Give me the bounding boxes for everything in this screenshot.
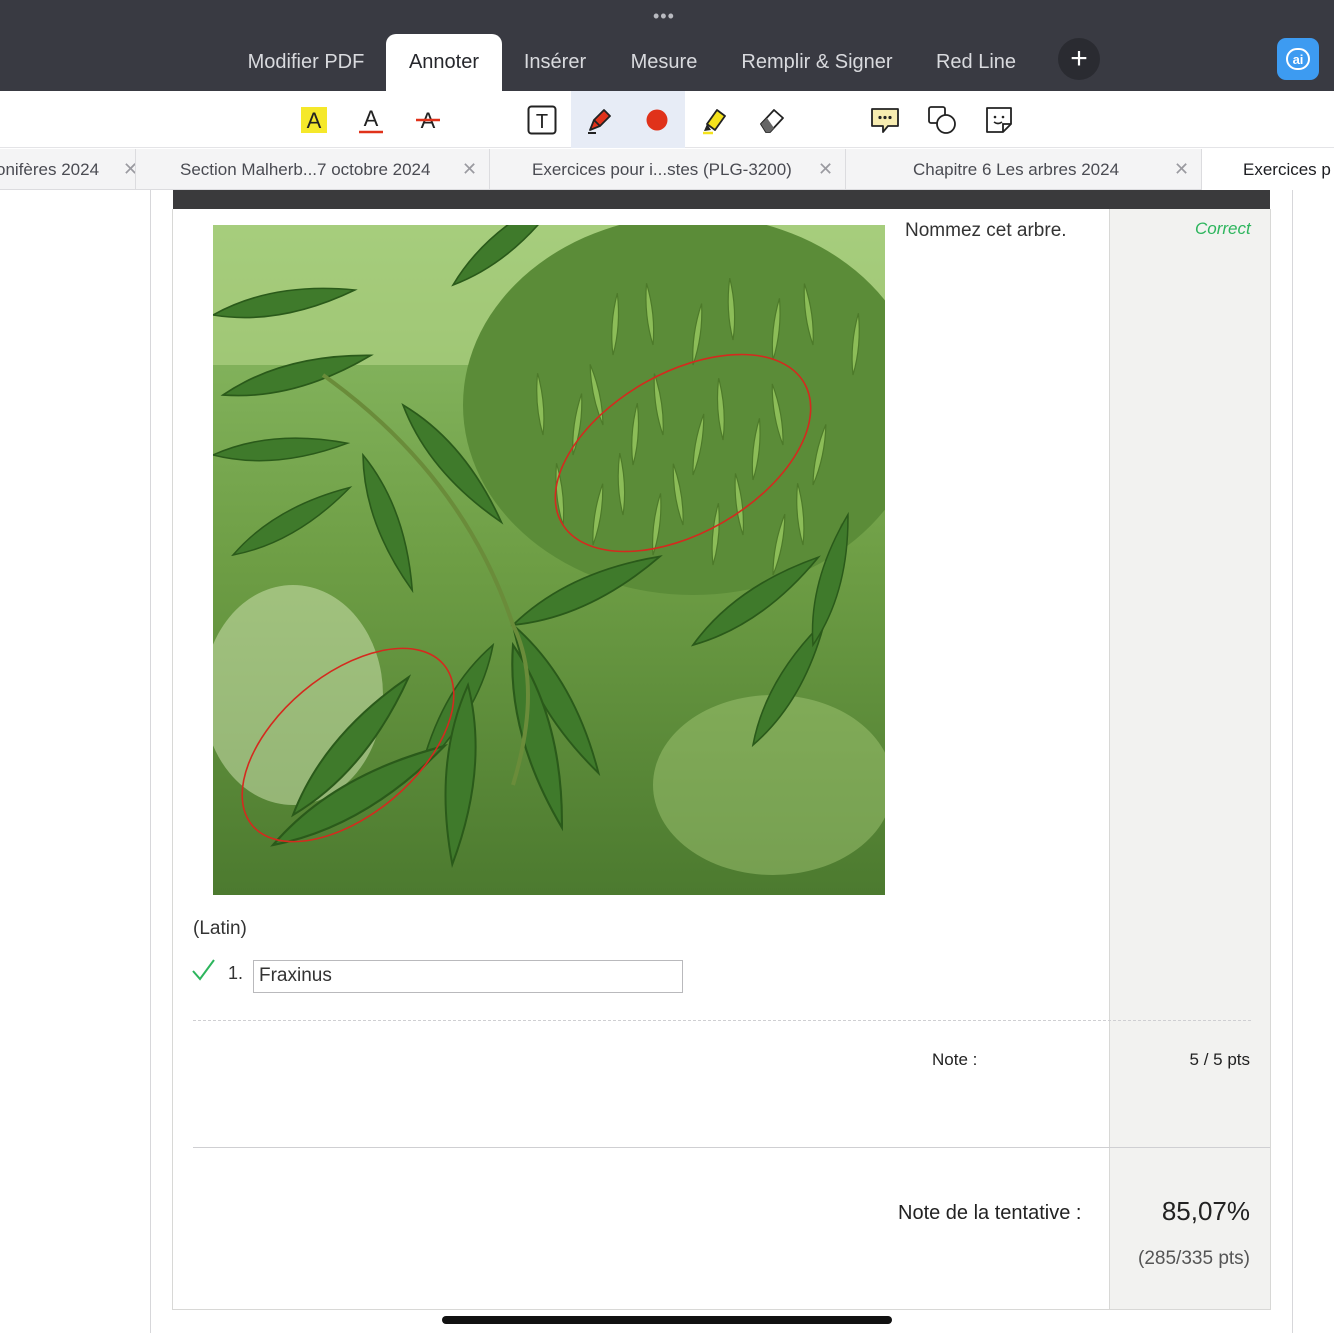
textbox-button[interactable]: T xyxy=(513,91,570,148)
strikethrough-text-button[interactable]: A xyxy=(399,91,456,148)
pen-tool-button[interactable] xyxy=(571,91,628,148)
top-menu-bar: ••• Modifier PDF Annoter Insérer Mesure … xyxy=(0,0,1334,91)
answer-field[interactable]: Fraxinus xyxy=(253,960,683,993)
attempt-grade-points: (285/335 pts) xyxy=(1138,1248,1250,1269)
comment-button[interactable] xyxy=(856,91,913,148)
home-indicator[interactable] xyxy=(442,1316,892,1324)
document-tab-label: Section Malherb...7 octobre 2024 xyxy=(180,159,431,179)
page-header-band xyxy=(173,190,1270,209)
pen-icon xyxy=(587,108,611,134)
ash-tree-image xyxy=(213,225,885,895)
sticker-icon xyxy=(985,106,1012,133)
tab-red-line[interactable]: Red Line xyxy=(920,34,1032,91)
score-value: 5 / 5 pts xyxy=(1189,1050,1250,1069)
tab-mesure[interactable]: Mesure xyxy=(614,34,714,91)
highlighter-button[interactable] xyxy=(686,91,743,148)
tab-modifier-pdf[interactable]: Modifier PDF xyxy=(226,34,386,91)
color-dot-icon xyxy=(646,109,667,130)
document-tab-label: Exercices pour i...stes (PLG-3200) xyxy=(532,159,792,179)
document-tab[interactable]: Section Malherb...7 octobre 2024 ✕ xyxy=(136,149,490,190)
highlight-text-icon: A xyxy=(300,106,327,133)
tab-annoter[interactable]: Annoter xyxy=(386,34,502,91)
eraser-icon xyxy=(759,108,784,133)
add-tool-button[interactable]: + xyxy=(1058,38,1100,80)
divider xyxy=(193,1020,1251,1021)
svg-text:A: A xyxy=(363,106,378,131)
document-tabs: onifères 2024 ✕ Section Malherb...7 octo… xyxy=(0,149,1334,190)
document-tab[interactable]: onifères 2024 ✕ xyxy=(0,149,136,190)
document-tab-active[interactable]: Exercices p xyxy=(1202,149,1334,190)
svg-text:A: A xyxy=(306,108,321,133)
divider xyxy=(193,1147,1270,1148)
sticker-button[interactable] xyxy=(970,91,1027,148)
underline-text-icon: A xyxy=(358,106,383,133)
close-tab-icon[interactable]: ✕ xyxy=(818,159,833,180)
document-tab-label: Chapitre 6 Les arbres 2024 xyxy=(913,159,1120,179)
window-handle-dots[interactable]: ••• xyxy=(653,7,675,25)
ai-assistant-button[interactable]: ai xyxy=(1277,38,1319,80)
tab-inserer[interactable]: Insérer xyxy=(506,34,604,91)
eraser-button[interactable] xyxy=(743,91,800,148)
color-picker-button[interactable] xyxy=(628,91,685,148)
svg-text:T: T xyxy=(535,111,547,133)
document-tab-label: onifères 2024 xyxy=(0,159,100,179)
tree-photo xyxy=(213,225,885,895)
close-tab-icon[interactable]: ✕ xyxy=(123,159,135,180)
annotation-toolbar: A A A T xyxy=(0,91,1334,148)
strikethrough-text-icon: A xyxy=(415,108,440,133)
checkmark-icon xyxy=(191,958,215,987)
item-number: 1. xyxy=(228,963,244,983)
document-tab-label: Exercices p xyxy=(1243,159,1331,179)
highlight-text-button[interactable]: A xyxy=(285,91,342,148)
tab-remplir-signer[interactable]: Remplir & Signer xyxy=(724,34,910,91)
highlighter-icon xyxy=(702,108,726,134)
document-tab[interactable]: Exercices pour i...stes (PLG-3200) ✕ xyxy=(490,149,846,190)
attempt-grade-percent: 85,07% xyxy=(1161,1196,1250,1226)
underline-text-button[interactable]: A xyxy=(342,91,399,148)
answer-hint: (Latin) xyxy=(193,918,247,939)
shapes-icon xyxy=(927,105,956,134)
close-tab-icon[interactable]: ✕ xyxy=(1174,159,1189,180)
status-badge: Correct xyxy=(1195,219,1251,238)
document-tab[interactable]: Chapitre 6 Les arbres 2024 ✕ xyxy=(846,149,1202,190)
score-label: Note : xyxy=(932,1050,978,1069)
shapes-button[interactable] xyxy=(913,91,970,148)
textbox-icon: T xyxy=(527,105,556,134)
close-tab-icon[interactable]: ✕ xyxy=(462,159,477,180)
comment-icon xyxy=(870,107,899,133)
question-prompt: Nommez cet arbre. xyxy=(905,220,1067,241)
plus-icon: + xyxy=(1070,42,1088,75)
ai-icon: ai xyxy=(1286,48,1310,70)
attempt-grade-label: Note de la tentative : xyxy=(898,1202,1082,1224)
